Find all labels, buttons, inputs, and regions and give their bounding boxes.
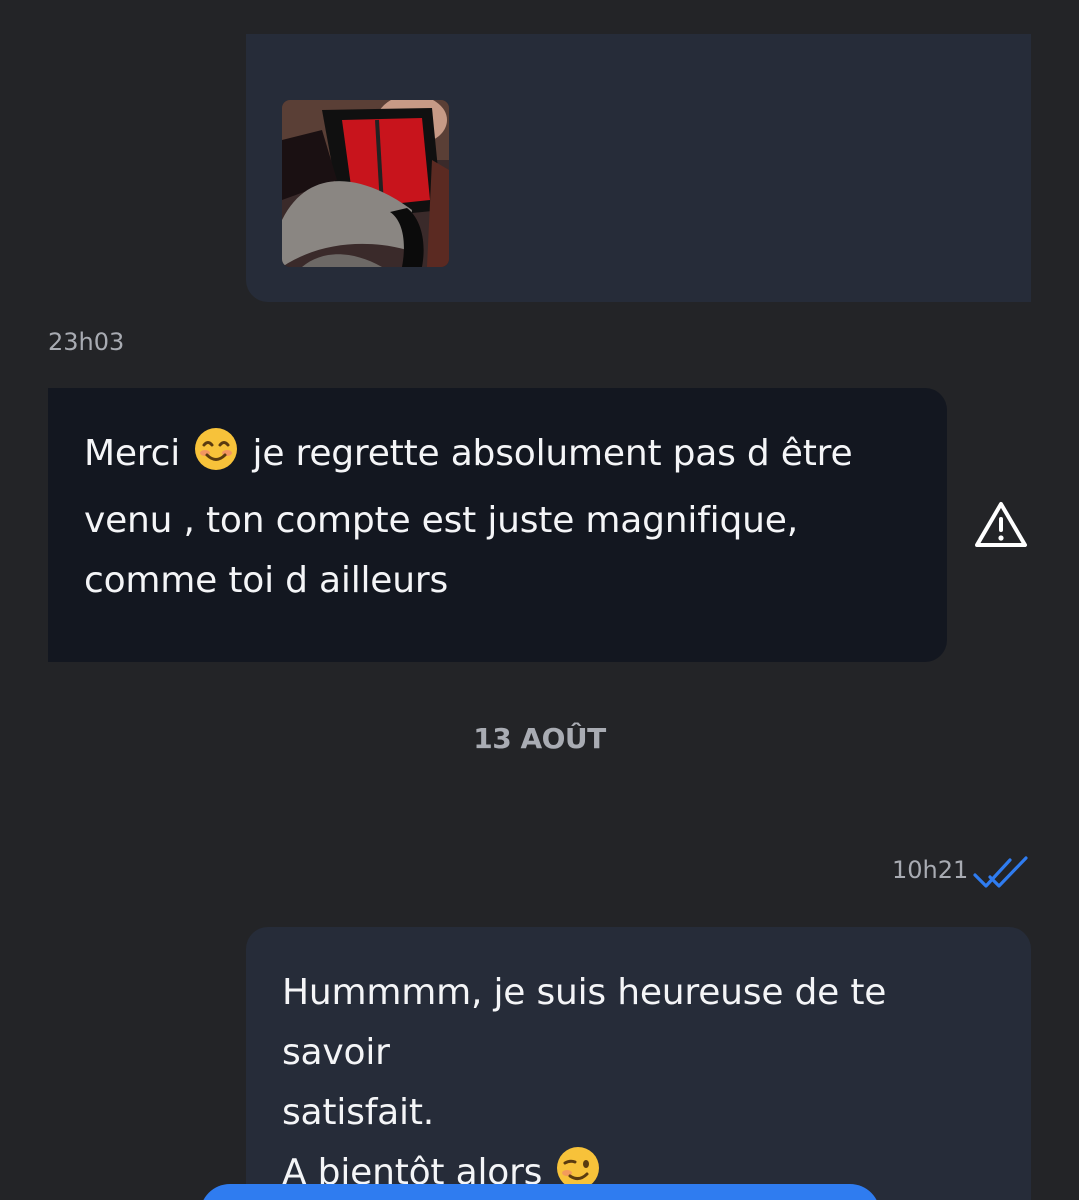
message-timestamp: 23h03 [48,328,125,356]
message-text-part: Merci [84,433,181,474]
incoming-message-bubble[interactable]: Merci je regrette absolument pas d être … [48,388,947,662]
chat-thread: 23h03 Merci je regrette absolument pas d… [0,0,1079,1200]
photo-image [282,100,449,267]
action-button[interactable] [200,1184,880,1200]
message-text: Merci je regrette absolument pas d être … [84,424,911,611]
message-timestamp: 10h21 [892,856,969,884]
photo-thumbnail[interactable] [282,100,449,267]
message-text: Hummmm, je suis heureuse de te savoir sa… [282,963,1001,1200]
outgoing-message-bubble[interactable]: Hummmm, je suis heureuse de te savoir sa… [246,927,1031,1200]
smiling-face-icon [193,426,239,491]
report-warning-icon[interactable] [974,500,1028,550]
outgoing-media-bubble [246,34,1031,302]
date-separator: 13 AOÛT [473,722,606,755]
double-check-read-icon [972,855,1030,891]
